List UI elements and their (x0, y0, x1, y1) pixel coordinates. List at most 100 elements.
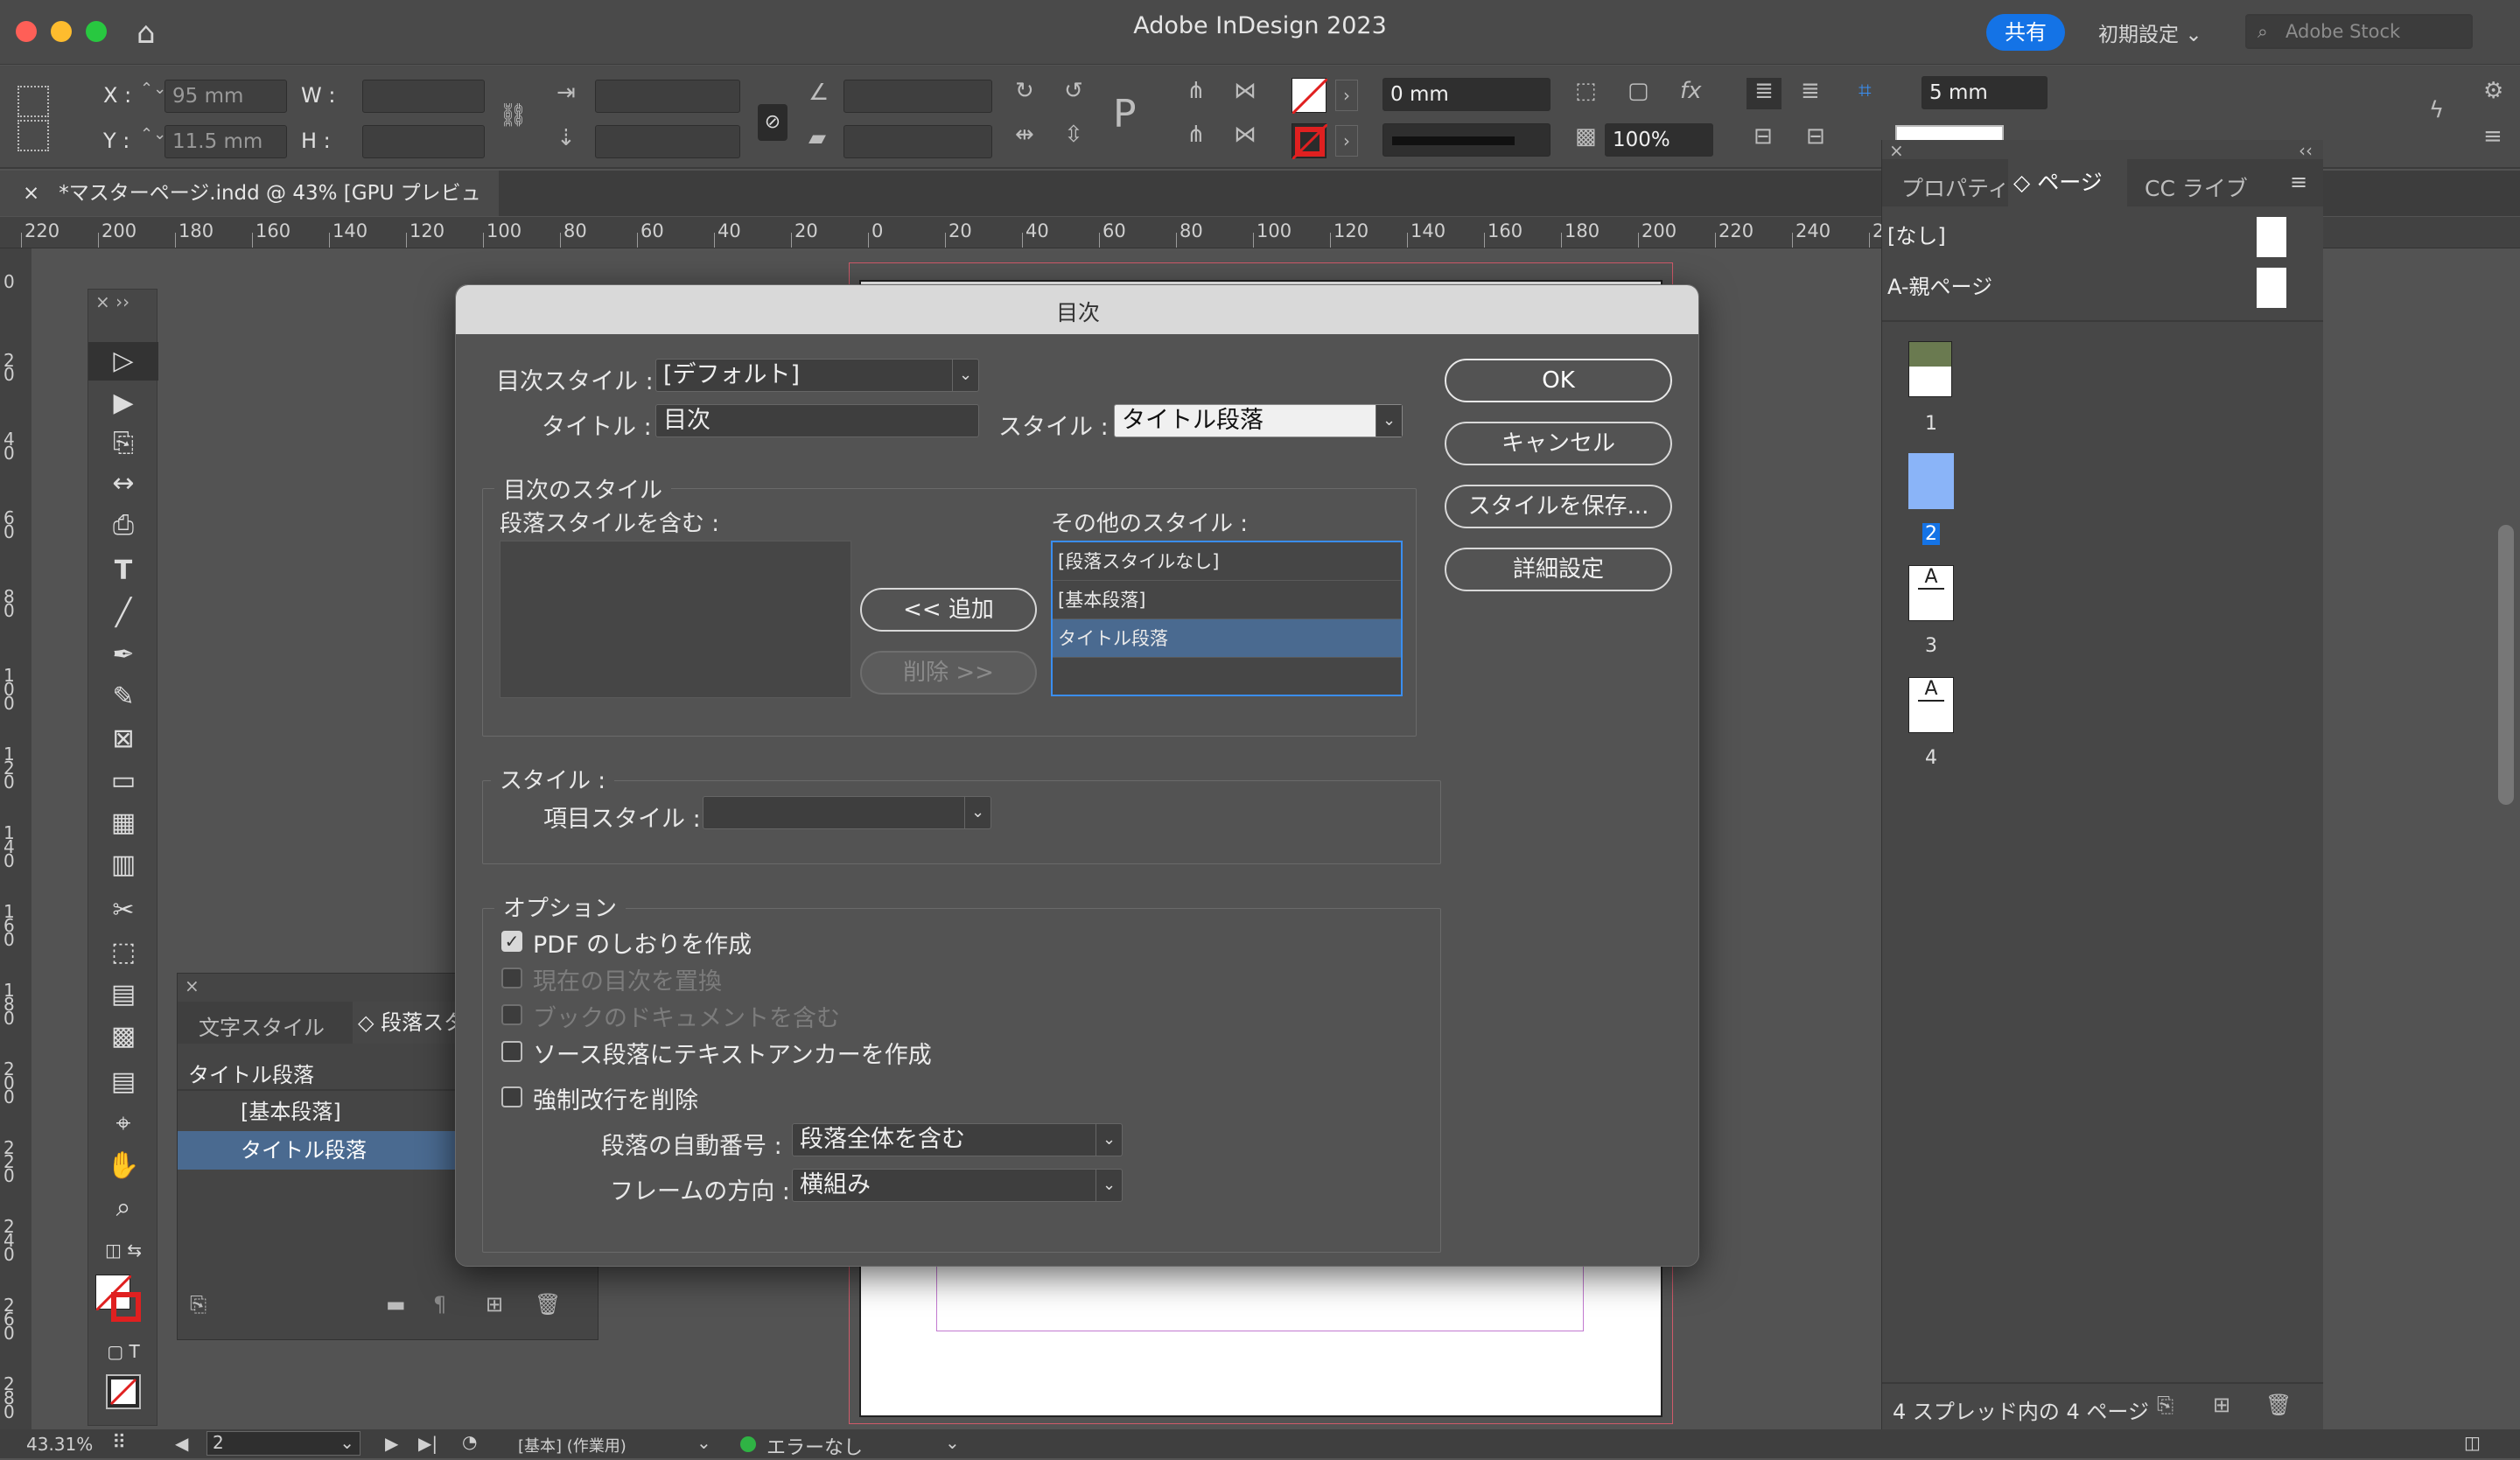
h-field[interactable] (362, 125, 485, 158)
select-previous-icon[interactable]: ⋔ (1186, 122, 1206, 148)
ok-button[interactable]: OK (1445, 359, 1672, 402)
folder-icon[interactable]: ▬ (386, 1292, 406, 1317)
error-dropdown-icon[interactable]: ⌄ (945, 1432, 960, 1453)
workspace-switcher[interactable]: 初期設定 ⌄ (2098, 17, 2202, 47)
apply-none-icon[interactable] (106, 1374, 141, 1409)
lightning-icon[interactable]: ϟ (2429, 97, 2444, 123)
link-icon[interactable]: ⊘ (758, 104, 788, 141)
select-next-icon[interactable]: ⋈ (1234, 122, 1256, 148)
rectangle-tool-icon[interactable]: ▭ (88, 762, 158, 800)
drop-shadow-icon[interactable]: ▢ (1628, 78, 1649, 104)
page-thumb-2[interactable] (1908, 453, 1954, 509)
close-pages-panel-icon[interactable]: × (1889, 140, 1904, 161)
stock-search-input[interactable]: ⌕ Adobe Stock (2245, 14, 2473, 49)
rotate-ccw-icon[interactable]: ↺ (1064, 78, 1083, 104)
stroke-swatch-icon[interactable] (1291, 122, 1329, 161)
add-button[interactable]: << 追加 (860, 588, 1037, 632)
toggle-panels-icon[interactable]: ◫ (2464, 1432, 2481, 1453)
zoom-menu-icon[interactable]: ⠿ (112, 1432, 126, 1454)
y-field[interactable]: 11.5 mm (164, 125, 287, 158)
delete-page-icon[interactable]: 🗑 (2265, 1393, 2292, 1417)
align-right-icon[interactable]: ≣ (1801, 78, 1820, 104)
numbering-dropdown[interactable]: 段落全体を含む ⌄ (792, 1123, 1123, 1156)
tab-properties[interactable]: プロパティ (1901, 171, 2010, 203)
y-stepper-icon[interactable]: ⌃⌄ (140, 125, 166, 143)
gradient-feather-tool-icon[interactable]: ▩ (88, 1017, 158, 1056)
menu-icon[interactable]: ≡ (2483, 123, 2502, 150)
replace-toc-checkbox[interactable] (501, 968, 522, 988)
cancel-button[interactable]: キャンセル (1445, 422, 1672, 465)
direct-selection-tool-icon[interactable]: ▶ (88, 384, 158, 423)
settings-gear-icon[interactable]: ⚙ (2483, 78, 2503, 104)
other-style-item[interactable]: タイトル段落 (1053, 619, 1401, 658)
include-book-checkbox[interactable] (501, 1004, 522, 1025)
line-tool-icon[interactable]: ╱ (88, 594, 158, 632)
preflight-profile-icon[interactable]: ◔ (462, 1431, 477, 1452)
delete-style-icon[interactable]: 🗑 (535, 1292, 561, 1317)
remove-breaks-checkbox[interactable] (501, 1086, 522, 1107)
gradient-swatch-tool-icon[interactable]: ▤ (88, 975, 158, 1014)
title-input[interactable]: 目次 (655, 404, 979, 437)
free-transform-tool-icon[interactable]: ⬚ (88, 933, 158, 972)
frame-direction-dropdown[interactable]: 横組み ⌄ (792, 1169, 1123, 1202)
text-wrap-icon[interactable]: ⊟ (1754, 123, 1773, 150)
vertical-ruler[interactable]: 0 20 40 60 80 100 120 140 160 180 200 220 240 260 280 (0, 248, 32, 1429)
next-page-icon[interactable]: ▶ (385, 1433, 398, 1454)
new-style-icon[interactable]: ⊞ (486, 1292, 503, 1317)
collapse-panel-icon[interactable]: ‹‹ (2299, 140, 2313, 161)
stroke-color-icon[interactable] (111, 1292, 141, 1322)
type-tool-icon[interactable]: T (88, 552, 158, 590)
page-size-icon[interactable]: ⎘ (2157, 1393, 2174, 1417)
shear-field[interactable] (844, 125, 992, 158)
new-page-icon[interactable]: ⊞ (2213, 1393, 2230, 1417)
vertical-scrollbar[interactable] (2498, 525, 2514, 805)
entry-style-dropdown[interactable]: ⌄ (703, 796, 991, 829)
zoom-tool-icon[interactable]: ⌕ (88, 1189, 158, 1227)
page-thumb-1[interactable] (1908, 341, 1952, 397)
other-style-item[interactable]: [基本段落] (1053, 581, 1401, 619)
stroke-type-dropdown[interactable] (1382, 123, 1550, 157)
zoom-level[interactable]: 43.31% (26, 1434, 93, 1455)
pdf-bookmarks-checkbox[interactable]: ✓ (501, 931, 522, 952)
fill-swatch-icon[interactable] (1291, 77, 1329, 115)
note-tool-icon[interactable]: ▤ (88, 1063, 158, 1101)
document-tab[interactable]: × *マスターページ.indd @ 43% [GPU プレビュー] (0, 171, 499, 250)
rectangle-frame-tool-icon[interactable]: ⊠ (88, 720, 158, 758)
text-anchor-checkbox[interactable] (501, 1041, 522, 1062)
select-container-icon[interactable]: ⋔ (1186, 78, 1206, 104)
page-number-field[interactable]: 2 ⌄ (206, 1431, 360, 1456)
load-styles-icon[interactable]: ⎘ (190, 1292, 206, 1317)
align-left-icon[interactable]: ≣ (1746, 78, 1782, 109)
stroke-arrow-icon[interactable]: › (1335, 125, 1358, 157)
flip-horizontal-icon[interactable]: ⇹ (1015, 122, 1034, 148)
master-none[interactable]: [なし] (1887, 219, 1946, 249)
page-thumb-3[interactable]: A (1908, 565, 1954, 621)
clear-overrides-icon[interactable]: ¶ (433, 1292, 446, 1317)
formatting-container-icon[interactable]: ▢ T (88, 1332, 158, 1371)
close-styles-panel-icon[interactable]: × (185, 975, 200, 996)
constrain-proportions-icon[interactable]: ⛓ (499, 102, 528, 129)
scale-y-field[interactable] (595, 125, 740, 158)
close-tools-icon[interactable]: × ›› (95, 291, 130, 312)
toc-style-dropdown[interactable]: [デフォルト] ⌄ (655, 359, 979, 392)
scissors-tool-icon[interactable]: ✂ (88, 891, 158, 930)
selection-tool-icon[interactable]: ▷ (88, 342, 158, 381)
error-status[interactable]: エラーなし (766, 1432, 863, 1460)
gap-tool-icon[interactable]: ↔ (88, 465, 158, 503)
more-options-button[interactable]: 詳細設定 (1445, 548, 1672, 591)
frame-fitting-icon[interactable]: ⬚ (1575, 78, 1597, 104)
w-field[interactable] (362, 80, 485, 113)
path-p-icon[interactable]: P (1113, 92, 1137, 136)
table-columns-tool-icon[interactable]: ▥ (88, 846, 158, 884)
table-tool-icon[interactable]: ▦ (88, 804, 158, 842)
eyedropper-tool-icon[interactable]: ⌖ (88, 1105, 158, 1143)
x-stepper-icon[interactable]: ⌃⌄ (140, 80, 166, 98)
profile-dropdown-icon[interactable]: ⌄ (696, 1432, 711, 1453)
rotate-cw-icon[interactable]: ↻ (1015, 78, 1034, 104)
share-button[interactable]: 共有 (1986, 14, 2065, 51)
select-content-icon[interactable]: ⋈ (1234, 78, 1256, 104)
spacing-field[interactable]: 5 mm (1922, 76, 2048, 109)
flip-vertical-icon[interactable]: ⇳ (1064, 122, 1083, 148)
content-collector-icon[interactable]: ⎙ (88, 506, 158, 545)
other-style-item[interactable]: [段落スタイルなし] (1053, 542, 1401, 581)
